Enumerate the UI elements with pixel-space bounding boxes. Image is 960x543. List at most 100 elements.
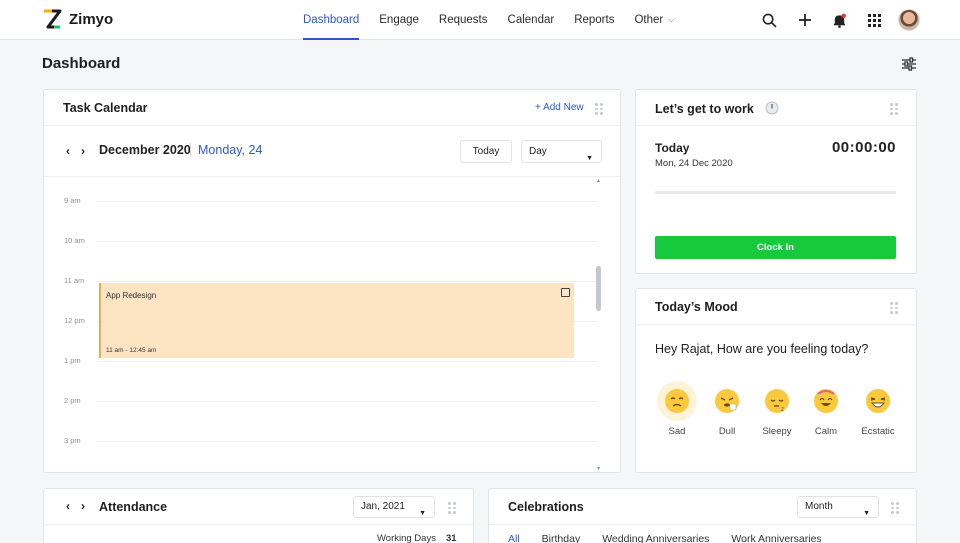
tab-birthday[interactable]: Birthday xyxy=(542,533,581,543)
nav-label: Dashboard xyxy=(303,14,360,26)
nav-calendar[interactable]: Calendar xyxy=(508,0,555,40)
avatar[interactable] xyxy=(898,9,920,31)
mood-label: Sleepy xyxy=(762,426,792,437)
calm-face-icon xyxy=(814,389,838,413)
task-calendar-card: Task Calendar + Add New ‹ › December 202… xyxy=(43,89,621,473)
drag-handle-icon[interactable] xyxy=(448,502,456,514)
nav-engage[interactable]: Engage xyxy=(379,0,419,40)
sleepy-face-icon: z xyxy=(765,389,789,413)
nav-requests[interactable]: Requests xyxy=(439,0,488,40)
time-label: 1 pm xyxy=(64,356,81,365)
card-title-text: Let’s get to work xyxy=(655,102,754,116)
page-title: Dashboard xyxy=(42,55,121,72)
tab-work-anniversaries[interactable]: Work Anniversaries xyxy=(731,533,821,543)
scrollbar-thumb[interactable] xyxy=(596,266,601,311)
view-select-value: Day xyxy=(529,146,547,157)
today-button[interactable]: Today xyxy=(460,140,512,163)
hour-line xyxy=(97,361,598,362)
calendar-day: Monday, 24 xyxy=(198,143,263,157)
time-label: 9 am xyxy=(64,196,81,205)
celebrations-period-select[interactable]: Month ▼ xyxy=(797,496,879,518)
prev-arrow-icon[interactable]: ‹ xyxy=(66,499,70,513)
card-title: Let’s get to work xyxy=(655,101,779,116)
bell-icon[interactable] xyxy=(822,0,857,40)
add-icon[interactable] xyxy=(787,0,822,40)
caret-down-icon: ▼ xyxy=(419,510,426,517)
time-label: 3 pm xyxy=(64,436,81,445)
card-title: Today’s Mood xyxy=(655,300,738,314)
attendance-card: ‹ › Attendance Jan, 2021 ▼ Working Days … xyxy=(43,488,474,543)
work-card: Let’s get to work Today Mon, 24 Dec 2020… xyxy=(635,89,917,274)
svg-text:z: z xyxy=(781,407,784,413)
card-header: Let’s get to work xyxy=(636,90,916,126)
celebrations-tabs: All Birthday Wedding Anniversaries Work … xyxy=(508,533,844,543)
customize-sliders-icon[interactable] xyxy=(901,56,917,72)
tab-wedding-anniversaries[interactable]: Wedding Anniversaries xyxy=(602,533,709,543)
period-select-value: Month xyxy=(805,501,833,512)
nav-dashboard[interactable]: Dashboard xyxy=(303,0,360,40)
nav-other[interactable]: Other ⌵ xyxy=(634,0,674,40)
scroll-up-arrow-icon[interactable]: ▲ xyxy=(596,178,601,184)
apps-grid-icon[interactable] xyxy=(857,0,892,40)
top-actions xyxy=(752,0,920,40)
mood-label: Dull xyxy=(718,426,736,437)
working-days-label: Working Days xyxy=(377,533,436,543)
zimyo-logo-icon xyxy=(44,9,62,29)
chevron-down-icon: ⌵ xyxy=(668,15,675,24)
work-timer: 00:00:00 xyxy=(831,139,896,156)
caret-down-icon: ▼ xyxy=(586,155,593,162)
nav-label: Calendar xyxy=(507,14,555,26)
nav-label: Engage xyxy=(379,14,419,26)
clock-in-button[interactable]: Clock In xyxy=(655,236,896,259)
ecstatic-face-icon xyxy=(866,389,890,413)
drag-handle-icon[interactable] xyxy=(891,502,899,514)
mood-option-ecstatic[interactable]: Ecstatic xyxy=(858,381,898,437)
nav-label: Reports xyxy=(574,14,615,26)
calendar-event[interactable]: App Redesign 11 am - 12:45 am xyxy=(99,283,574,358)
logo[interactable]: Zimyo xyxy=(42,9,113,29)
drag-handle-icon[interactable] xyxy=(890,302,898,314)
scroll-down-arrow-icon[interactable]: ▼ xyxy=(596,466,601,472)
nav-reports[interactable]: Reports xyxy=(574,0,614,40)
today-button-label: Today xyxy=(472,146,500,157)
add-new-button[interactable]: + Add New xyxy=(535,102,584,113)
scrollbar[interactable]: ▲ ▼ xyxy=(596,178,601,472)
event-checkbox[interactable] xyxy=(561,288,570,297)
nav-label: Other xyxy=(634,14,664,26)
next-arrow-icon[interactable]: › xyxy=(81,499,85,513)
next-arrow-icon[interactable]: › xyxy=(81,144,85,158)
mood-option-dull[interactable]: Dull xyxy=(707,381,747,437)
tab-all[interactable]: All xyxy=(508,533,520,543)
today-date: Mon, 24 Dec 2020 xyxy=(655,158,733,169)
mood-card: Today’s Mood Hey Rajat, How are you feel… xyxy=(635,288,917,473)
event-title: App Redesign xyxy=(106,291,157,300)
hour-line xyxy=(97,201,598,202)
nav-label: Requests xyxy=(438,14,488,26)
attendance-month-select[interactable]: Jan, 2021 ▼ xyxy=(353,496,435,518)
working-days-value: 31 xyxy=(446,533,457,543)
celebrations-card: Celebrations Month ▼ All Birthday Weddin… xyxy=(488,488,917,543)
mood-option-sad[interactable]: Sad xyxy=(657,381,697,437)
time-label: 10 am xyxy=(64,236,85,245)
hour-line xyxy=(97,441,598,442)
card-title: Celebrations xyxy=(508,500,584,514)
view-select[interactable]: Day ▼ xyxy=(521,140,602,163)
prev-arrow-icon[interactable]: ‹ xyxy=(66,144,70,158)
dull-face-icon xyxy=(715,389,739,413)
card-header: Celebrations Month ▼ xyxy=(489,489,916,525)
drag-handle-icon[interactable] xyxy=(890,103,898,115)
drag-handle-icon[interactable] xyxy=(595,103,603,115)
caret-down-icon: ▼ xyxy=(863,510,870,517)
top-navigation-bar: Zimyo Dashboard Engage Requests Calendar… xyxy=(0,0,960,40)
time-label: 2 pm xyxy=(64,396,81,405)
calendar-toolbar: ‹ › December 2020 Monday, 24 Today Day ▼ xyxy=(44,127,620,177)
mood-option-sleepy[interactable]: z Sleepy xyxy=(757,381,797,437)
mood-label: Calm xyxy=(814,426,838,437)
day-timeline: 9 am 10 am 11 am 12 pm 1 pm 2 pm 3 pm Ap… xyxy=(44,178,620,472)
mood-option-calm[interactable]: Calm xyxy=(806,381,846,437)
search-icon[interactable] xyxy=(752,0,787,40)
mood-label: Sad xyxy=(668,426,686,437)
month-select-value: Jan, 2021 xyxy=(361,501,405,512)
card-title: Attendance xyxy=(99,500,168,514)
card-header: Today’s Mood xyxy=(636,289,916,325)
